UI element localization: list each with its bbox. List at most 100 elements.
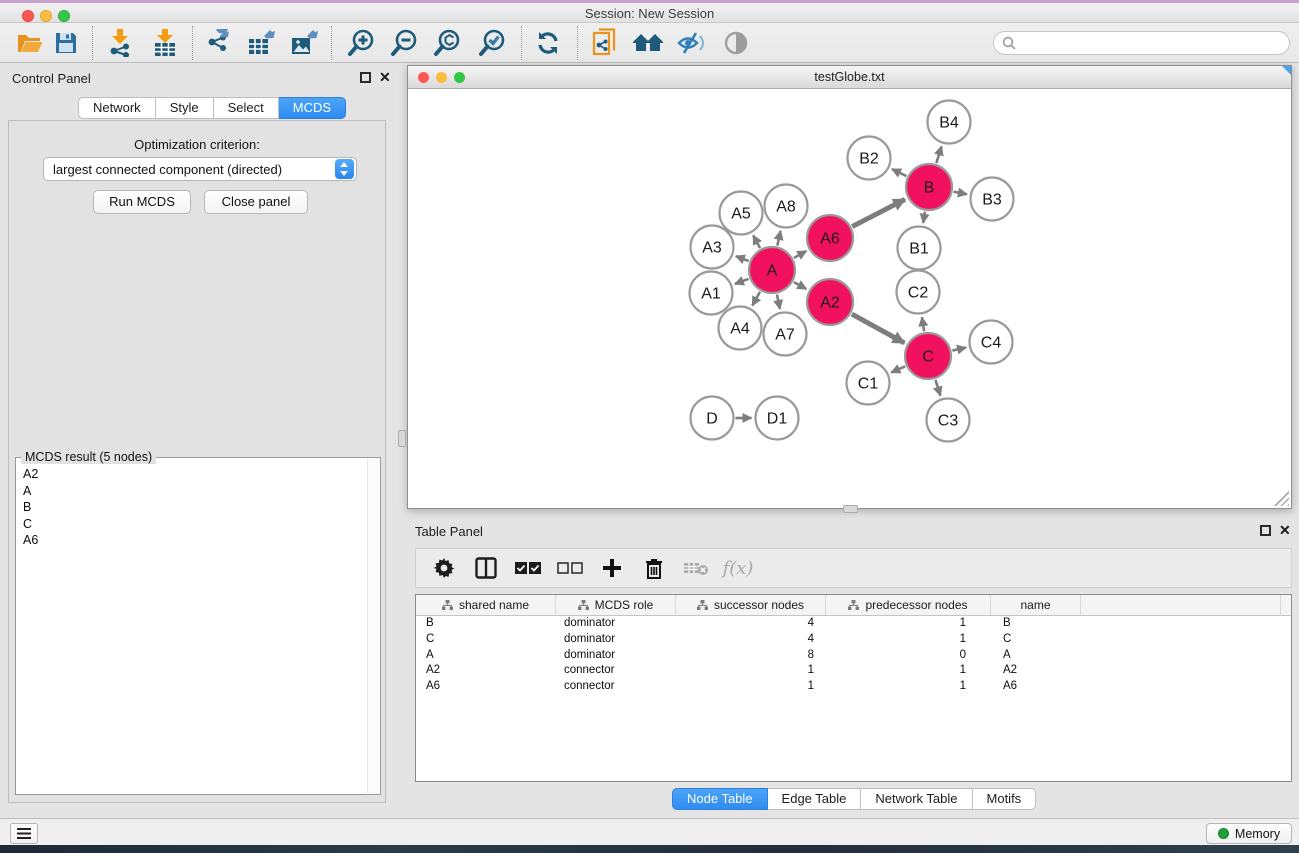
export-table-icon[interactable]: [243, 26, 279, 60]
table-settings-icon[interactable]: [430, 557, 458, 579]
table-cell[interactable]: A2: [416, 663, 556, 679]
graph-node-C1[interactable]: C1: [847, 362, 890, 405]
graph-node-B2[interactable]: B2: [848, 137, 891, 180]
edge-A-A5[interactable]: [753, 235, 760, 248]
result-scrollbar[interactable]: [367, 459, 379, 793]
graph-node-A1[interactable]: A1: [690, 272, 733, 315]
network-window-titlebar[interactable]: testGlobe.txt: [408, 66, 1291, 89]
result-item[interactable]: C: [17, 516, 367, 533]
save-session-icon[interactable]: [48, 26, 84, 60]
close-panel-button[interactable]: Close panel: [204, 190, 308, 214]
optimization-dropdown[interactable]: largest connected component (directed): [43, 157, 357, 181]
result-item[interactable]: A: [17, 483, 367, 500]
graph-node-A7[interactable]: A7: [764, 313, 807, 356]
graph-node-A[interactable]: A: [749, 247, 795, 293]
table-cell[interactable]: A2: [991, 663, 1081, 679]
graph-node-A5[interactable]: A5: [720, 192, 763, 235]
splitter-grip-vertical[interactable]: [398, 430, 406, 447]
graph-node-C3[interactable]: C3: [927, 399, 970, 442]
edge-A-A1[interactable]: [735, 279, 749, 284]
graph-node-D1[interactable]: D1: [756, 397, 799, 440]
tab-edge-table[interactable]: Edge Table: [768, 788, 862, 810]
column-header-name[interactable]: name: [991, 595, 1081, 615]
result-item[interactable]: B: [17, 499, 367, 516]
table-row[interactable]: Adominator80A: [416, 648, 1291, 664]
graph-node-A8[interactable]: A8: [765, 185, 808, 228]
table-cell[interactable]: dominator: [556, 648, 676, 664]
table-row[interactable]: A6connector11A6: [416, 679, 1291, 695]
edge-C-C3[interactable]: [935, 380, 940, 396]
table-cell[interactable]: 0: [826, 648, 991, 664]
table-cell[interactable]: C: [991, 632, 1081, 648]
column-header-MCDS-role[interactable]: MCDS role: [556, 595, 676, 615]
tab-motifs[interactable]: Motifs: [973, 788, 1037, 810]
edge-A6-B[interactable]: [852, 199, 905, 226]
edge-C-C4[interactable]: [952, 348, 966, 351]
edge-B-B2[interactable]: [892, 169, 907, 176]
float-panel-icon[interactable]: [360, 72, 371, 83]
edge-B-B1[interactable]: [923, 212, 925, 223]
edge-A-A8[interactable]: [777, 231, 780, 246]
table-cell[interactable]: A6: [991, 679, 1081, 695]
table-row[interactable]: Cdominator41C: [416, 632, 1291, 648]
table-float-panel-icon[interactable]: [1260, 525, 1271, 536]
edge-A-A3[interactable]: [736, 256, 749, 261]
table-cell[interactable]: 1: [676, 679, 826, 695]
task-history-button[interactable]: [10, 823, 38, 844]
table-cell[interactable]: C: [416, 632, 556, 648]
edge-A-A7[interactable]: [777, 294, 780, 309]
memory-button[interactable]: Memory: [1206, 823, 1292, 844]
tab-mcds[interactable]: MCDS: [279, 97, 346, 119]
graph-node-B4[interactable]: B4: [928, 101, 971, 144]
table-row[interactable]: Bdominator41B: [416, 616, 1291, 632]
edge-A2-C[interactable]: [852, 314, 904, 343]
graph-node-B3[interactable]: B3: [971, 178, 1014, 221]
table-cell[interactable]: 4: [676, 616, 826, 632]
export-image-icon[interactable]: [286, 26, 322, 60]
graph-node-A4[interactable]: A4: [719, 307, 762, 350]
column-header-predecessor-nodes[interactable]: predecessor nodes: [826, 595, 991, 615]
tab-style[interactable]: Style: [156, 97, 214, 119]
result-item[interactable]: A2: [17, 466, 367, 483]
table-cell[interactable]: 1: [826, 616, 991, 632]
select-all-icon[interactable]: [514, 561, 542, 575]
zoom-selected-icon[interactable]: [474, 26, 510, 60]
table-cell[interactable]: connector: [556, 663, 676, 679]
network-canvas[interactable]: B4B2BB3A8A5A6A3B1AC2A1A2A4A7C4CC1C3DD1: [408, 89, 1291, 508]
tab-network-table[interactable]: Network Table: [861, 788, 972, 810]
edge-A-A4[interactable]: [752, 292, 760, 306]
graph-node-A6[interactable]: A6: [807, 215, 853, 261]
splitter-grip-horizontal[interactable]: [843, 505, 858, 513]
zoom-in-icon[interactable]: [343, 26, 379, 60]
edge-A-A6[interactable]: [794, 251, 806, 258]
graph-node-B[interactable]: B: [906, 164, 952, 210]
table-cell[interactable]: dominator: [556, 616, 676, 632]
table-cell[interactable]: A: [416, 648, 556, 664]
import-table-icon[interactable]: [147, 26, 183, 60]
home-icon[interactable]: [630, 26, 666, 60]
result-item[interactable]: A6: [17, 532, 367, 549]
table-cell[interactable]: 1: [826, 632, 991, 648]
export-network-icon[interactable]: [200, 26, 236, 60]
graph-node-A2[interactable]: A2: [807, 279, 853, 325]
toggle-columns-icon[interactable]: [472, 557, 500, 579]
clone-network-icon[interactable]: [587, 26, 623, 60]
table-row[interactable]: A2connector11A2: [416, 663, 1291, 679]
show-graphics-details-icon[interactable]: [718, 26, 754, 60]
zoom-out-icon[interactable]: [386, 26, 422, 60]
graph-node-C2[interactable]: C2: [897, 271, 940, 314]
graph-node-B1[interactable]: B1: [898, 227, 941, 270]
close-panel-icon[interactable]: ✕: [379, 69, 391, 86]
search-input[interactable]: [1016, 36, 1289, 50]
edge-C-C2[interactable]: [922, 317, 924, 331]
add-column-icon[interactable]: [598, 558, 626, 578]
table-cell[interactable]: 4: [676, 632, 826, 648]
table-cell[interactable]: B: [991, 616, 1081, 632]
zoom-fit-icon[interactable]: [429, 26, 465, 60]
table-cell[interactable]: 8: [676, 648, 826, 664]
table-cell[interactable]: dominator: [556, 632, 676, 648]
edge-C-C1[interactable]: [891, 366, 905, 372]
table-cell[interactable]: 1: [826, 663, 991, 679]
table-close-panel-icon[interactable]: ✕: [1279, 522, 1291, 539]
table-cell[interactable]: 1: [826, 679, 991, 695]
